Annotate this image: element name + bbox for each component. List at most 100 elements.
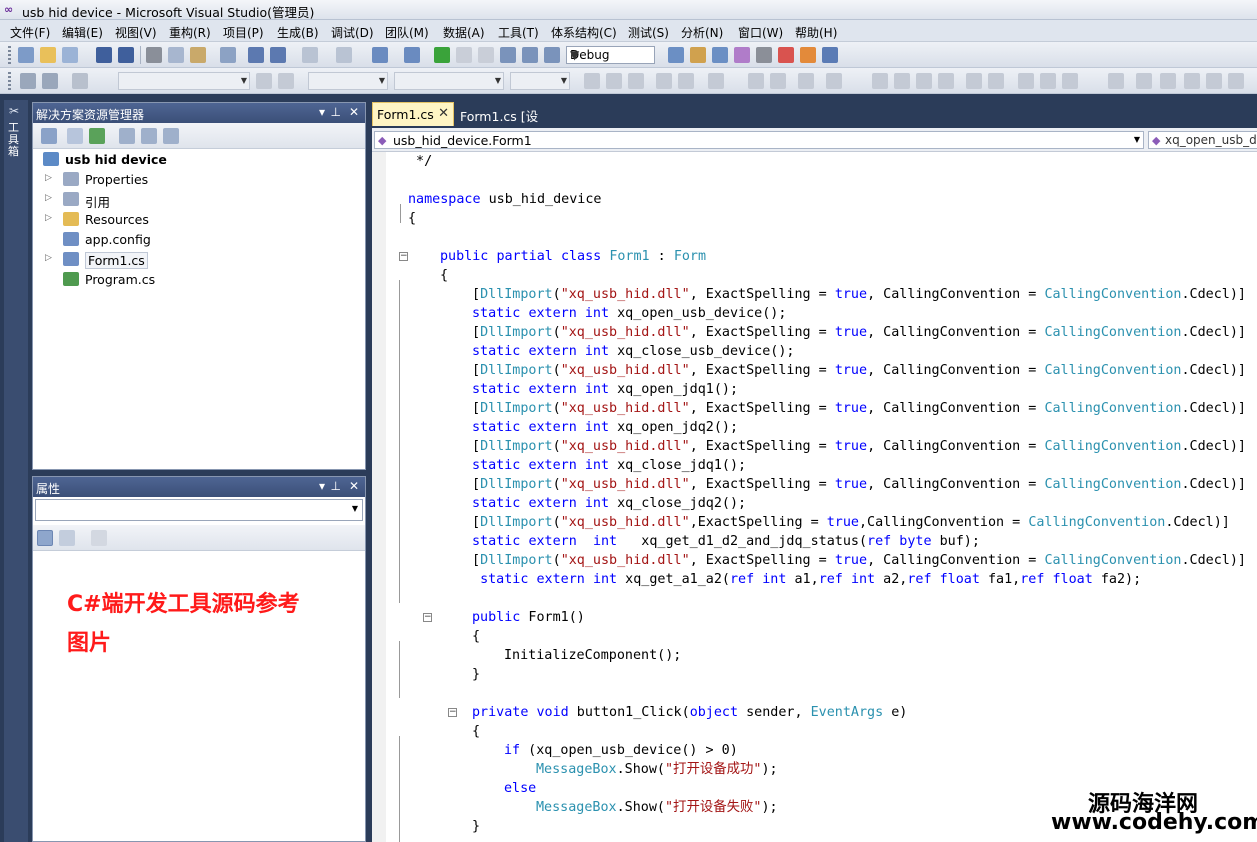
copy-icon[interactable] bbox=[168, 47, 184, 63]
collapse-outline-icon[interactable]: − bbox=[399, 252, 408, 261]
clear-style-icon[interactable] bbox=[278, 73, 294, 89]
new-project-icon[interactable] bbox=[18, 47, 34, 63]
pin-icon[interactable]: ⊥ bbox=[331, 105, 341, 119]
sql-icon[interactable] bbox=[916, 73, 932, 89]
close-icon[interactable]: ✕ bbox=[349, 479, 359, 493]
menu-item[interactable]: 调试(D) bbox=[331, 24, 374, 41]
menu-item[interactable]: 团队(M) bbox=[385, 24, 429, 41]
navigate-backward-icon[interactable] bbox=[372, 47, 388, 63]
alphabetical-icon[interactable] bbox=[59, 530, 75, 546]
find-in-files-icon[interactable] bbox=[668, 47, 684, 63]
find-icon[interactable] bbox=[220, 47, 236, 63]
results-icon[interactable] bbox=[1018, 73, 1034, 89]
close-icon[interactable]: ✕ bbox=[438, 106, 449, 121]
code-area[interactable]: */ namespace usb_hid_device {public partia… bbox=[390, 152, 1257, 842]
expand-icon[interactable]: ▷ bbox=[45, 253, 52, 263]
bold-icon[interactable] bbox=[584, 73, 600, 89]
italic-icon[interactable] bbox=[606, 73, 622, 89]
menu-item[interactable]: 生成(B) bbox=[277, 24, 319, 41]
align-icon[interactable] bbox=[708, 73, 724, 89]
menu-item[interactable]: 项目(P) bbox=[223, 24, 264, 41]
font-style-icon[interactable] bbox=[256, 73, 272, 89]
toolbar-grip[interactable] bbox=[8, 72, 11, 90]
insert-column-icon[interactable] bbox=[894, 73, 910, 89]
add-item-icon[interactable] bbox=[62, 47, 78, 63]
table-icon[interactable] bbox=[872, 73, 888, 89]
verify-sql-icon[interactable] bbox=[988, 73, 1004, 89]
menu-item[interactable]: 数据(A) bbox=[443, 24, 485, 41]
refresh-icon[interactable] bbox=[89, 128, 105, 144]
view-code-icon[interactable] bbox=[119, 128, 135, 144]
tab-form1-cs[interactable]: Form1.cs ✕ bbox=[372, 102, 454, 126]
font-color-icon[interactable] bbox=[656, 73, 672, 89]
font-size-dropdown[interactable]: ▼ bbox=[308, 72, 388, 90]
step-out-icon[interactable] bbox=[544, 47, 560, 63]
redo-icon[interactable] bbox=[336, 47, 352, 63]
extension-manager-icon[interactable] bbox=[800, 47, 816, 63]
properties-icon[interactable] bbox=[41, 128, 57, 144]
refresh-icon[interactable] bbox=[1206, 73, 1222, 89]
object-browser-icon[interactable] bbox=[734, 47, 750, 63]
target-dropdown[interactable]: ▼ bbox=[510, 72, 570, 90]
start-page-icon[interactable] bbox=[778, 47, 794, 63]
expand-icon[interactable]: ▷ bbox=[45, 173, 52, 183]
bullet-list-icon[interactable] bbox=[770, 73, 786, 89]
open-folder-icon[interactable] bbox=[40, 47, 56, 63]
menu-item[interactable]: 文件(F) bbox=[10, 24, 50, 41]
class-diagram-icon[interactable] bbox=[163, 128, 179, 144]
block-format-dropdown[interactable]: ▼ bbox=[394, 72, 504, 90]
member-dropdown[interactable]: ◆ xq_open_usb_device() bbox=[1148, 131, 1257, 149]
hyperlink-icon[interactable] bbox=[798, 73, 814, 89]
solution-configuration-dropdown[interactable]: Debug ▼ bbox=[566, 46, 655, 64]
categorized-icon[interactable] bbox=[37, 530, 53, 546]
highlight-icon[interactable] bbox=[678, 73, 694, 89]
relationship-icon[interactable] bbox=[1108, 73, 1124, 89]
comment-icon[interactable] bbox=[248, 47, 264, 63]
settings-icon[interactable] bbox=[1228, 73, 1244, 89]
type-dropdown[interactable]: ◆ usb_hid_device.Form1 ▼ bbox=[374, 131, 1144, 149]
collapse-outline-icon[interactable]: − bbox=[448, 708, 457, 717]
toolbox-icon[interactable] bbox=[756, 47, 772, 63]
collapse-outline-icon[interactable]: − bbox=[423, 613, 432, 622]
navigate-forward-icon[interactable] bbox=[404, 47, 420, 63]
verify-icon[interactable] bbox=[1184, 73, 1200, 89]
query-icon[interactable] bbox=[938, 73, 954, 89]
tab-form1-designer[interactable]: Form1.cs [设计] bbox=[456, 102, 556, 143]
expand-icon[interactable]: ▷ bbox=[45, 193, 52, 203]
indicator-margin[interactable] bbox=[372, 152, 386, 842]
menu-item[interactable]: 视图(V) bbox=[115, 24, 157, 41]
style-icon[interactable] bbox=[72, 73, 88, 89]
step-over-icon[interactable] bbox=[522, 47, 538, 63]
step-into-icon[interactable] bbox=[500, 47, 516, 63]
layout-icon[interactable] bbox=[20, 73, 36, 89]
image-icon[interactable] bbox=[826, 73, 842, 89]
grid-icon[interactable] bbox=[42, 73, 58, 89]
stop-icon[interactable] bbox=[478, 47, 494, 63]
menu-item[interactable]: 编辑(E) bbox=[62, 24, 103, 41]
menu-item[interactable]: 工具(T) bbox=[498, 24, 539, 41]
uncomment-icon[interactable] bbox=[270, 47, 286, 63]
properties-window-icon[interactable] bbox=[712, 47, 728, 63]
font-name-dropdown[interactable]: ▼ bbox=[118, 72, 250, 90]
window-position-icon[interactable]: ▾ bbox=[319, 479, 325, 493]
menu-item[interactable]: 测试(S) bbox=[628, 24, 669, 41]
command-window-icon[interactable] bbox=[822, 47, 838, 63]
cut-icon[interactable] bbox=[146, 47, 162, 63]
undo-icon[interactable] bbox=[302, 47, 318, 63]
start-debugging-icon[interactable] bbox=[434, 47, 450, 63]
execute-icon[interactable] bbox=[966, 73, 982, 89]
pin-icon[interactable]: ⊥ bbox=[331, 479, 341, 493]
object-selector-dropdown[interactable]: ▼ bbox=[35, 499, 363, 521]
criteria-icon[interactable] bbox=[1062, 73, 1078, 89]
menu-item[interactable]: 分析(N) bbox=[681, 24, 723, 41]
menu-item[interactable]: 重构(R) bbox=[169, 24, 211, 41]
pause-icon[interactable] bbox=[456, 47, 472, 63]
menu-item[interactable]: 窗口(W) bbox=[738, 24, 783, 41]
view-designer-icon[interactable] bbox=[141, 128, 157, 144]
save-all-icon[interactable] bbox=[118, 47, 134, 63]
menu-item[interactable]: 体系结构(C) bbox=[551, 24, 617, 41]
toolbox-strip[interactable]: ✂ 工具箱 bbox=[4, 100, 28, 842]
property-pages-icon[interactable] bbox=[91, 530, 107, 546]
show-all-files-icon[interactable] bbox=[67, 128, 83, 144]
index-icon[interactable] bbox=[1136, 73, 1152, 89]
